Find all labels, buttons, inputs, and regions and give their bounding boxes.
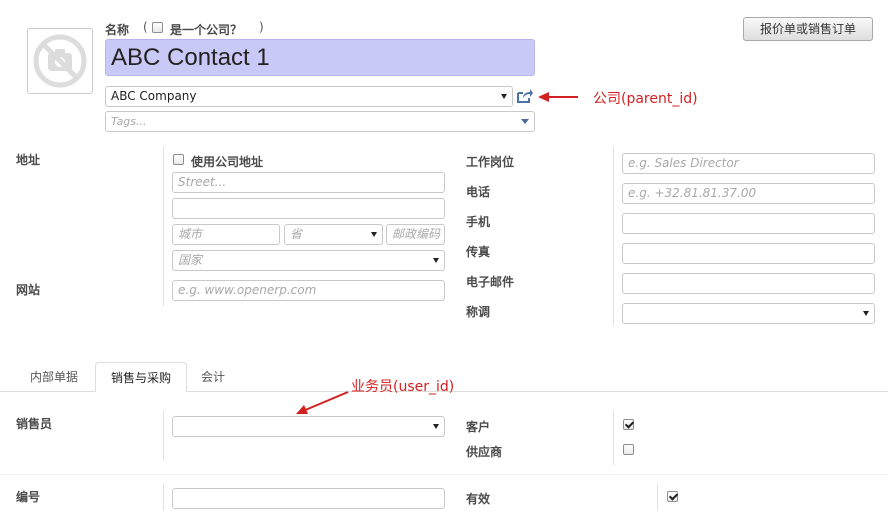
no-photo-icon [33,34,87,88]
chevron-down-icon [433,258,439,263]
active-checkbox[interactable] [667,491,678,502]
salesperson-select[interactable] [172,416,445,437]
email-label: 电子邮件 [466,275,515,289]
name-label: 名称 [105,23,130,37]
street-placeholder: Street... [178,175,227,189]
chevron-down-icon [433,424,439,429]
street2-input[interactable] [172,198,445,219]
email-input[interactable] [622,273,875,294]
tags-input[interactable]: Tags... [105,111,535,132]
use-company-address-checkbox[interactable] [173,154,184,165]
job-input[interactable]: e.g. Sales Director [622,153,875,174]
mobile-input[interactable] [622,213,875,234]
job-label: 工作岗位 [466,155,515,169]
ref-label: 编号 [16,490,41,504]
is-company-checkbox[interactable] [152,22,163,33]
fax-input[interactable] [622,243,875,264]
mobile-label: 手机 [466,215,491,229]
active-label: 有效 [466,492,491,506]
name-value: ABC Contact 1 [111,44,270,71]
ref-input[interactable] [172,488,445,509]
quotations-button-label: 报价单或销售订单 [759,22,856,36]
phone-input[interactable]: e.g. +32.81.81.37.00 [622,183,875,204]
website-placeholder: e.g. www.openerp.com [178,283,317,297]
state-select[interactable]: 省 [284,224,383,245]
address-divider [163,146,164,306]
supplier-checkbox[interactable] [623,444,634,455]
sales-divider [163,410,164,460]
ref-divider [163,484,164,511]
country-placeholder: 国家 [178,253,203,267]
avatar[interactable] [27,28,93,94]
fax-label: 传真 [466,245,491,259]
website-input[interactable]: e.g. www.openerp.com [172,280,445,301]
tab-accounting[interactable]: 会计 [190,362,236,392]
company-value: ABC Company [111,89,197,103]
tab-sales-purchases[interactable]: 销售与采购 [95,362,187,392]
section-separator [0,474,888,475]
title-label: 称调 [466,305,491,319]
tags-placeholder: Tags... [111,115,147,128]
city-placeholder: 城市 [178,227,203,241]
annotation-arrow-user [296,391,349,414]
quotations-button[interactable]: 报价单或销售订单 [743,17,873,41]
zip-input[interactable]: 邮政编码 [386,224,445,245]
customer-label: 客户 [466,420,491,434]
is-company-open-paren: ( [143,20,148,34]
country-select[interactable]: 国家 [172,250,445,271]
tab-internal-notes[interactable]: 内部单据 [16,362,92,392]
zip-placeholder: 邮政编码 [392,227,441,241]
external-link-icon[interactable] [516,88,534,104]
chevron-down-icon [501,94,507,99]
annotation-arrow-parent [538,92,578,102]
website-label: 网站 [16,283,41,297]
salesperson-label: 销售员 [16,417,53,431]
street-input[interactable]: Street... [172,172,445,193]
supplier-label: 供应商 [466,445,503,459]
address-label: 地址 [16,153,41,167]
phone-label: 电话 [466,185,491,199]
company-select[interactable]: ABC Company [105,86,513,107]
flags-divider [613,410,614,465]
is-company-label: 是一个公司？ [170,23,243,37]
city-input[interactable]: 城市 [172,224,280,245]
contact-divider [613,146,614,326]
customer-checkbox[interactable] [623,419,634,430]
annotation-user-id: 业务员(user_id) [351,379,455,395]
chevron-down-icon [863,311,869,316]
active-divider [657,484,658,511]
is-company-close-paren: ) [259,20,264,34]
name-input[interactable]: ABC Contact 1 [105,39,535,76]
use-company-address-label: 使用公司地址 [191,155,264,169]
job-placeholder: e.g. Sales Director [628,156,739,170]
annotation-parent-id: 公司(parent_id) [593,91,698,107]
state-placeholder: 省 [290,227,303,241]
title-select[interactable] [622,303,875,324]
chevron-down-icon [371,232,377,237]
chevron-down-icon [521,119,529,124]
phone-placeholder: e.g. +32.81.81.37.00 [628,186,757,200]
